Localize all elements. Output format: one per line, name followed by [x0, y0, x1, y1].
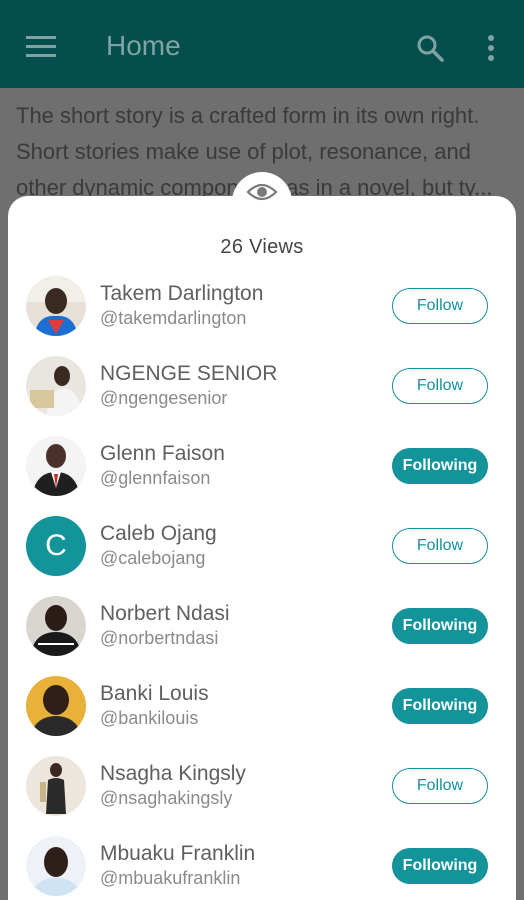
list-item[interactable]: Norbert Ndasi @norbertndasi Following: [8, 596, 516, 676]
eye-icon: [246, 183, 278, 201]
user-name: Mbuaku Franklin: [100, 842, 256, 865]
hamburger-menu-icon[interactable]: [26, 36, 56, 58]
avatar: [26, 756, 86, 816]
list-item[interactable]: Banki Louis @bankilouis Following: [8, 676, 516, 756]
user-name: Norbert Ndasi: [100, 602, 230, 625]
page-title: Home: [106, 30, 181, 61]
following-button[interactable]: Following: [392, 608, 488, 644]
user-name: Takem Darlington: [100, 282, 264, 305]
user-handle: @glennfaison: [100, 468, 211, 488]
avatar: [26, 356, 86, 416]
list-item[interactable]: Nsagha Kingsly @nsaghakingsly Follow: [8, 756, 516, 836]
avatar: [26, 836, 86, 896]
avatar: [26, 676, 86, 736]
avatar: [26, 436, 86, 496]
story-line: Short stories make use of plot, resonanc…: [16, 139, 471, 164]
following-button[interactable]: Following: [392, 448, 488, 484]
app-bar: Home: [0, 0, 524, 88]
views-count: 26 Views: [220, 236, 304, 258]
follow-button[interactable]: Follow: [392, 288, 488, 324]
user-name: Glenn Faison: [100, 442, 225, 465]
user-handle: @bankilouis: [100, 708, 199, 728]
user-handle: @mbuakufranklin: [100, 868, 241, 888]
user-handle: @calebojang: [100, 548, 206, 568]
story-line: The short story is a crafted form in its…: [16, 103, 480, 128]
list-item[interactable]: C Caleb Ojang @calebojang Follow: [8, 516, 516, 596]
user-name: NGENGE SENIOR: [100, 362, 278, 385]
following-button[interactable]: Following: [392, 848, 488, 884]
avatar: C: [26, 516, 86, 576]
user-handle: @takemdarlington: [100, 308, 247, 328]
list-item[interactable]: NGENGE SENIOR @ngengesenior Follow: [8, 356, 516, 436]
views-bottom-sheet: 26 Views Takem Darlington @takemdarlingt…: [8, 196, 516, 900]
follow-button[interactable]: Follow: [392, 528, 488, 564]
list-item[interactable]: Mbuaku Franklin @mbuakufranklin Followin…: [8, 836, 516, 900]
avatar: [26, 596, 86, 656]
avatar: [26, 276, 86, 336]
follow-button[interactable]: Follow: [392, 368, 488, 404]
list-item[interactable]: Glenn Faison @glennfaison Following: [8, 436, 516, 516]
user-handle: @ngengesenior: [100, 388, 228, 408]
user-name: Nsagha Kingsly: [100, 762, 246, 785]
user-handle: @norbertndasi: [100, 628, 219, 648]
following-button[interactable]: Following: [392, 688, 488, 724]
more-vert-icon[interactable]: [484, 34, 498, 62]
follow-button[interactable]: Follow: [392, 768, 488, 804]
user-name: Caleb Ojang: [100, 522, 217, 545]
user-handle: @nsaghakingsly: [100, 788, 233, 808]
search-icon[interactable]: [416, 34, 444, 62]
list-item[interactable]: Takem Darlington @takemdarlington Follow: [8, 276, 516, 356]
user-name: Banki Louis: [100, 682, 209, 705]
